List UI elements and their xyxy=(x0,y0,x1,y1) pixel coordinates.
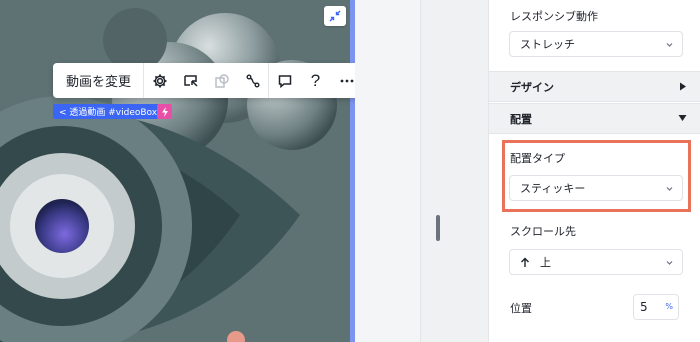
responsive-behavior-dropdown[interactable]: ストレッチ xyxy=(509,31,683,57)
comment-icon xyxy=(278,74,291,88)
video-edit-icon xyxy=(183,74,198,87)
chevron-down-icon xyxy=(666,261,673,265)
element-breadcrumb[interactable]: < 透過動画 #videoBox3 xyxy=(53,104,169,119)
triangle-right-icon xyxy=(680,82,686,91)
collapse-icon xyxy=(329,10,341,22)
position-unit: % xyxy=(665,302,673,311)
chevron-down-icon xyxy=(666,43,673,47)
responsive-behavior-value: ストレッチ xyxy=(520,38,575,51)
settings-button[interactable] xyxy=(144,63,175,98)
position-value[interactable]: 5 xyxy=(640,300,648,314)
scroll-target-label: スクロール先 xyxy=(510,225,576,238)
gear-icon xyxy=(153,74,167,87)
panel-gap xyxy=(420,0,488,342)
bolt-icon xyxy=(161,106,168,117)
element-toolbar: 動画を変更 ? xyxy=(53,63,374,98)
placement-section-header[interactable]: 配置 xyxy=(489,103,700,134)
interaction-badge[interactable] xyxy=(157,104,172,119)
triangle-down-icon xyxy=(678,115,687,121)
position-input[interactable]: 5 % xyxy=(633,294,679,320)
scroll-target-value: 上 xyxy=(540,256,551,269)
design-section-title: デザイン xyxy=(510,80,554,94)
video-edit-button[interactable] xyxy=(175,63,206,98)
change-video-button[interactable]: 動画を変更 xyxy=(53,63,145,98)
highlight-annotation xyxy=(502,140,691,212)
collapse-button[interactable] xyxy=(324,6,346,26)
arrow-up-icon xyxy=(521,257,529,267)
more-icon xyxy=(340,79,353,82)
help-icon: ? xyxy=(310,70,321,90)
canvas-gutter xyxy=(355,0,420,342)
animation-button[interactable] xyxy=(237,63,268,98)
resize-handle[interactable] xyxy=(436,215,440,241)
comment-button[interactable] xyxy=(269,63,300,98)
position-label: 位置 xyxy=(510,302,532,315)
duplicate-icon xyxy=(214,73,229,88)
help-button[interactable]: ? xyxy=(300,63,331,98)
placement-section-title: 配置 xyxy=(510,112,532,126)
design-section-header[interactable]: デザイン xyxy=(489,71,700,102)
inspector-panel: レスポンシブ動作 ストレッチ デザイン 配置 配置タイプ スティッキー スクロー… xyxy=(488,0,700,342)
video-artwork xyxy=(0,0,355,342)
responsive-behavior-label: レスポンシブ動作 xyxy=(510,10,598,23)
duplicate-button[interactable] xyxy=(206,63,237,98)
scroll-target-dropdown[interactable]: 上 xyxy=(509,249,683,275)
video-canvas[interactable] xyxy=(0,0,355,342)
animation-icon xyxy=(246,74,260,87)
editor-root: 動画を変更 ? < 透過動画 #videoBox3 レスポンシブ動作 ストレッチ… xyxy=(0,0,700,342)
